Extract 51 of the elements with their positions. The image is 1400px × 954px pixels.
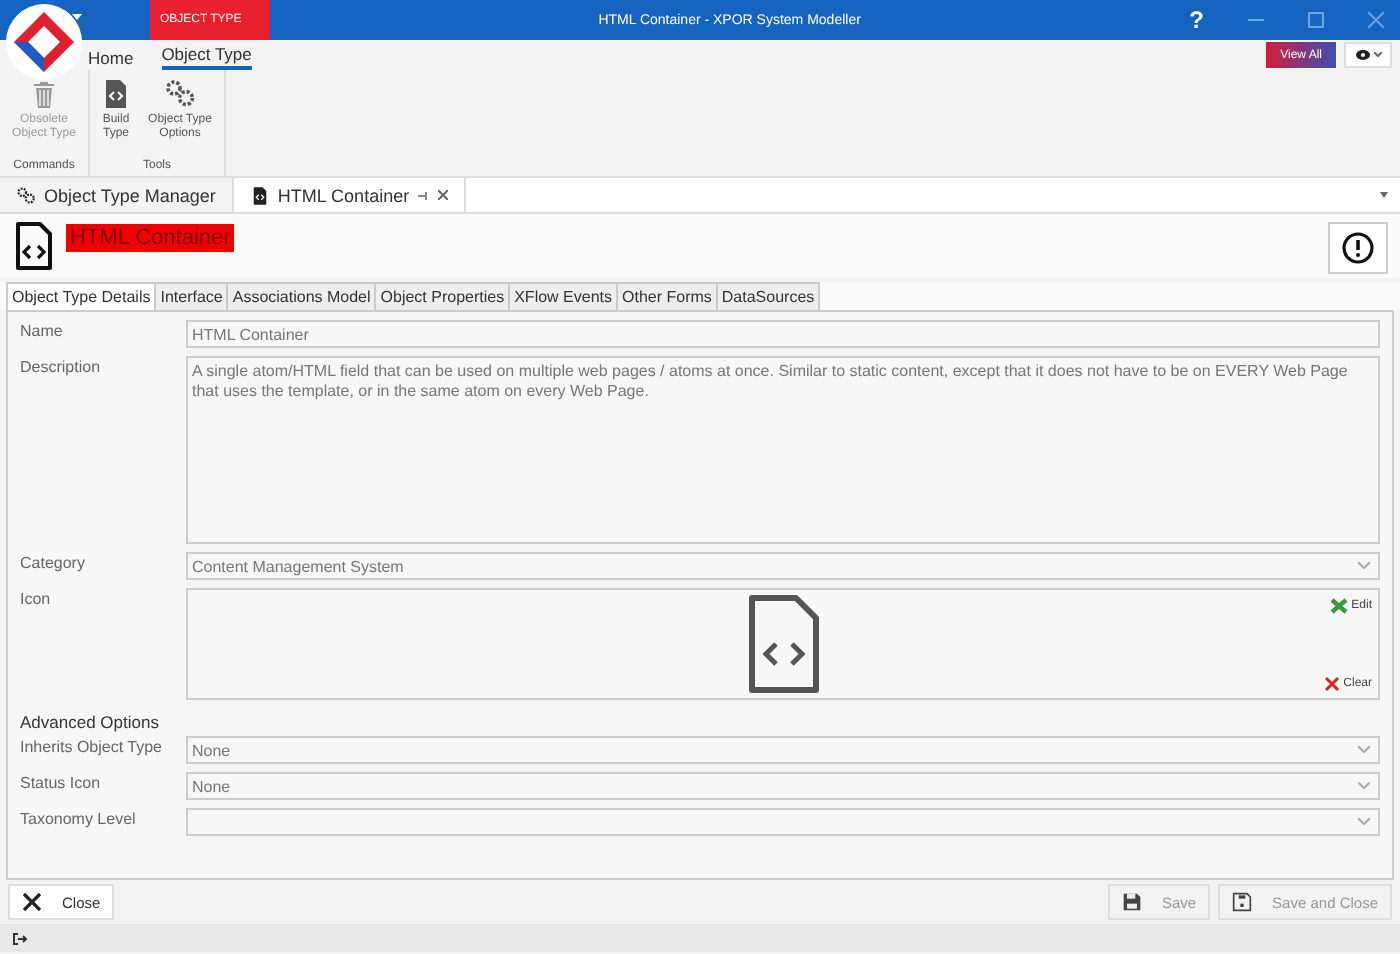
description-field[interactable]: A single atom/HTML field that can be used on multiple web pages / atoms at once. Similar to static content, except that it does not have to be on EVERY Web Page that uses the template, or in the same atom on every Web Page.	[186, 356, 1380, 544]
form-tab[interactable]: Object Type Details	[6, 282, 157, 310]
edit-icon	[1329, 598, 1348, 614]
field-label: Icon	[20, 588, 53, 612]
section-title: Advanced Options	[20, 712, 161, 732]
document-tab[interactable]: HTML Container	[231, 178, 466, 212]
dropdown-field[interactable]: None	[186, 772, 1380, 800]
object-type-title: HTML Container	[66, 224, 235, 252]
save-icon	[1232, 892, 1253, 912]
file-code-icon	[100, 78, 132, 110]
dropdown-field[interactable]	[186, 808, 1380, 836]
sign-out-icon[interactable]	[12, 931, 28, 945]
file-code-icon	[249, 185, 270, 205]
field-label: Description	[20, 356, 103, 380]
form-tab[interactable]: Interface	[154, 282, 229, 310]
ribbon-tab[interactable]: Object Type	[161, 44, 252, 70]
eye-icon	[1355, 50, 1369, 60]
alert-button[interactable]	[1328, 222, 1388, 274]
gears-icon	[164, 78, 196, 110]
form-tab[interactable]: Other Forms	[616, 282, 718, 310]
close-icon[interactable]	[437, 190, 448, 200]
maximize-icon[interactable]	[1308, 12, 1324, 28]
close-icon	[1323, 676, 1340, 692]
dropdown-field[interactable]: Content Management System	[186, 552, 1380, 580]
field-label: Inherits Object Type	[20, 736, 164, 760]
file-code-icon	[14, 222, 54, 270]
form-tab[interactable]: Object Properties	[374, 282, 511, 310]
field-label: Status Icon	[20, 772, 103, 796]
name-field[interactable]: HTML Container	[186, 320, 1380, 348]
form-tab[interactable]: Associations Model	[226, 282, 377, 310]
caret-icon[interactable]	[1380, 192, 1388, 198]
field-label: Taxonomy Level	[20, 808, 138, 832]
field-label: Name	[20, 320, 65, 344]
field-label: Category	[20, 552, 87, 576]
form-tab[interactable]: XFlow Events	[508, 282, 618, 310]
pin-icon[interactable]	[417, 191, 430, 199]
dropdown-caret-icon[interactable]	[72, 14, 82, 22]
help-button[interactable]: ?	[1189, 6, 1204, 34]
save-icon	[1121, 892, 1142, 912]
eye-dropdown-button[interactable]	[1344, 42, 1392, 68]
trash-icon	[28, 78, 60, 110]
alert-icon	[1342, 232, 1374, 264]
dropdown-field[interactable]: None	[186, 736, 1380, 764]
ribbon-tab[interactable]: Home	[88, 48, 134, 70]
document-tab[interactable]: Object Type Manager	[0, 178, 232, 212]
app-logo[interactable]	[4, 2, 84, 82]
file-code-icon	[745, 594, 821, 694]
close-icon	[22, 892, 42, 912]
gears-icon	[16, 185, 36, 205]
caret-icon	[1373, 52, 1381, 58]
form-tab[interactable]: DataSources	[715, 282, 821, 310]
